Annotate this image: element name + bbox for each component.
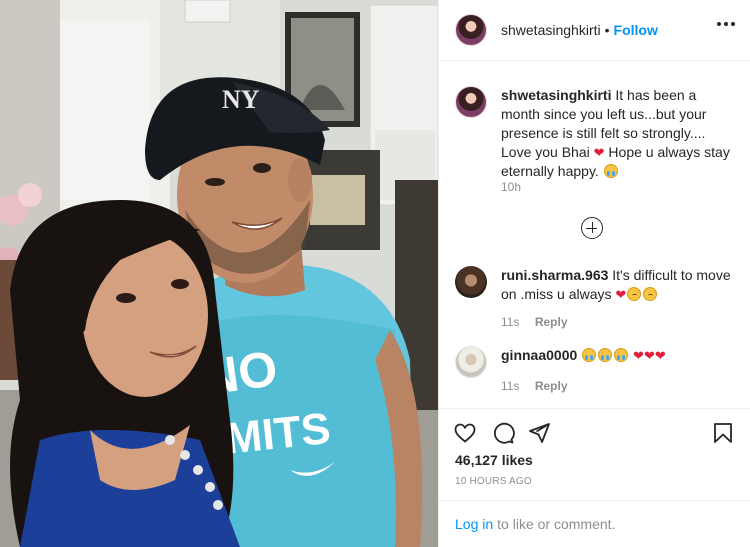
share-icon[interactable] [527,421,551,445]
crying-face-emoji-icon [582,348,597,362]
comment-meta: 11s Reply [501,315,568,329]
caption-text: shwetasinghkirti It has been a month sin… [501,86,733,181]
comment-icon[interactable] [491,421,515,445]
post-photo-illustration: NY NO IMITS [0,0,438,547]
cap-logo: NY [222,85,260,114]
post-timestamp[interactable]: 10 HOURS AGO [455,476,532,487]
caption-avatar[interactable] [455,86,487,118]
login-link[interactable]: Log in [455,516,493,532]
comment-item: runi.sharma.963 It's difficult to move o… [455,266,745,304]
comment-meta: 11s Reply [501,379,568,393]
post-panel: shwetasinghkirti • Follow shwetasinghkir… [438,0,750,547]
login-bar: Log in to like or comment. [439,500,750,547]
post-photo[interactable]: NY NO IMITS [0,0,438,547]
post-header: shwetasinghkirti • Follow [439,0,750,61]
author-avatar[interactable] [455,14,487,46]
reply-button[interactable]: Reply [535,315,568,329]
follow-button[interactable]: Follow [614,22,658,38]
action-bar [439,408,750,448]
commenter-avatar[interactable] [455,346,487,378]
reply-button[interactable]: Reply [535,379,568,393]
heart-emoji-icon: ❤ [615,287,627,302]
comment-time[interactable]: 11s [501,315,519,329]
comment-time[interactable]: 11s [501,379,519,393]
crying-face-emoji-icon [598,348,613,362]
post-caption: shwetasinghkirti It has been a month sin… [455,86,735,181]
crying-face-emoji-icon [614,348,629,362]
bookmark-icon[interactable] [711,421,735,445]
commenter-avatar[interactable] [455,266,487,298]
comment-text: runi.sharma.963 It's difficult to move o… [501,266,731,304]
heart-emoji-icon: ❤ [654,348,666,363]
caption-username[interactable]: shwetasinghkirti [501,87,611,103]
comment-username[interactable]: runi.sharma.963 [501,267,608,283]
login-prompt-text: to like or comment. [497,516,616,532]
author-username[interactable]: shwetasinghkirti [501,22,601,38]
header-separator: • [604,22,610,38]
caption-time[interactable]: 10h [501,180,521,194]
crying-face-emoji-icon [603,164,618,178]
heart-emoji-icon: ❤ [633,348,644,363]
heart-icon[interactable] [453,421,477,445]
sad-face-emoji-icon [643,287,658,301]
plus-circle-icon[interactable] [581,217,603,239]
comment-item: ginnaa0000 ❤❤❤ [455,346,745,378]
comment-username[interactable]: ginnaa0000 [501,347,577,363]
likes-count[interactable]: 46,127 likes [455,452,533,468]
heart-emoji-icon: ❤ [643,348,655,363]
comment-text: ginnaa0000 ❤❤❤ [501,346,731,378]
more-icon[interactable] [717,22,735,26]
heart-emoji-icon: ❤ [593,145,605,160]
sad-face-emoji-icon [627,287,642,301]
